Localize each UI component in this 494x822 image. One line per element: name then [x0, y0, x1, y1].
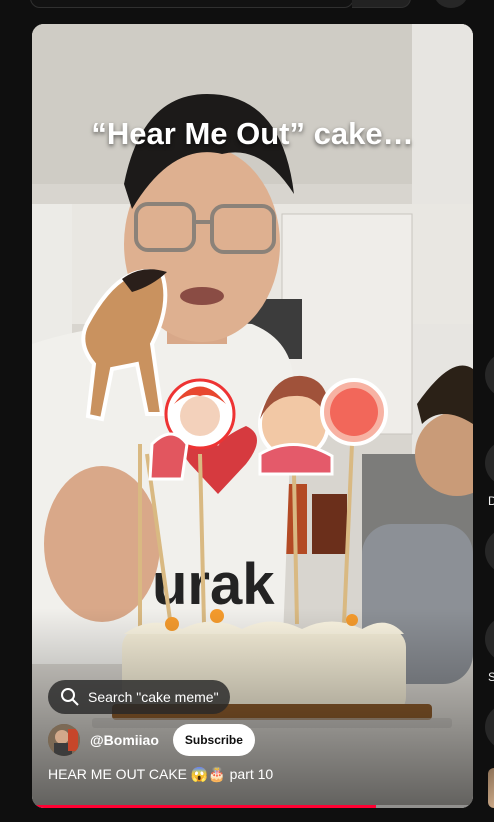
share-label: S [488, 670, 494, 684]
more-button[interactable] [485, 704, 494, 750]
progress-bar[interactable] [32, 805, 473, 808]
dislike-label: D [488, 494, 494, 508]
progress-fill [32, 805, 376, 808]
action-rail: D S [482, 0, 494, 822]
search-suggestion-label: Search "cake meme" [88, 689, 219, 705]
like-button[interactable] [485, 352, 494, 398]
search-icon [61, 688, 79, 706]
top-action-button[interactable] [434, 0, 468, 8]
dislike-button[interactable] [485, 440, 494, 486]
short-video-player[interactable]: urak “Hear Me Out” cake… Search "cake me… [32, 24, 473, 808]
subscribe-button[interactable]: Subscribe [172, 724, 255, 756]
top-search-box[interactable] [30, 0, 354, 8]
channel-handle[interactable]: @Bomiiao [90, 732, 159, 748]
channel-avatar[interactable] [48, 724, 80, 756]
video-title[interactable]: HEAR ME OUT CAKE 😱🎂 part 10 [48, 766, 273, 783]
video-caption-overlay: “Hear Me Out” cake… [91, 116, 414, 151]
comments-button[interactable] [485, 528, 494, 574]
channel-row: @Bomiiao Subscribe [48, 724, 255, 756]
top-search-button[interactable] [352, 0, 411, 8]
search-suggestion-chip[interactable]: Search "cake meme" [48, 680, 230, 714]
sound-thumbnail[interactable] [488, 768, 494, 808]
share-button[interactable] [485, 616, 494, 662]
